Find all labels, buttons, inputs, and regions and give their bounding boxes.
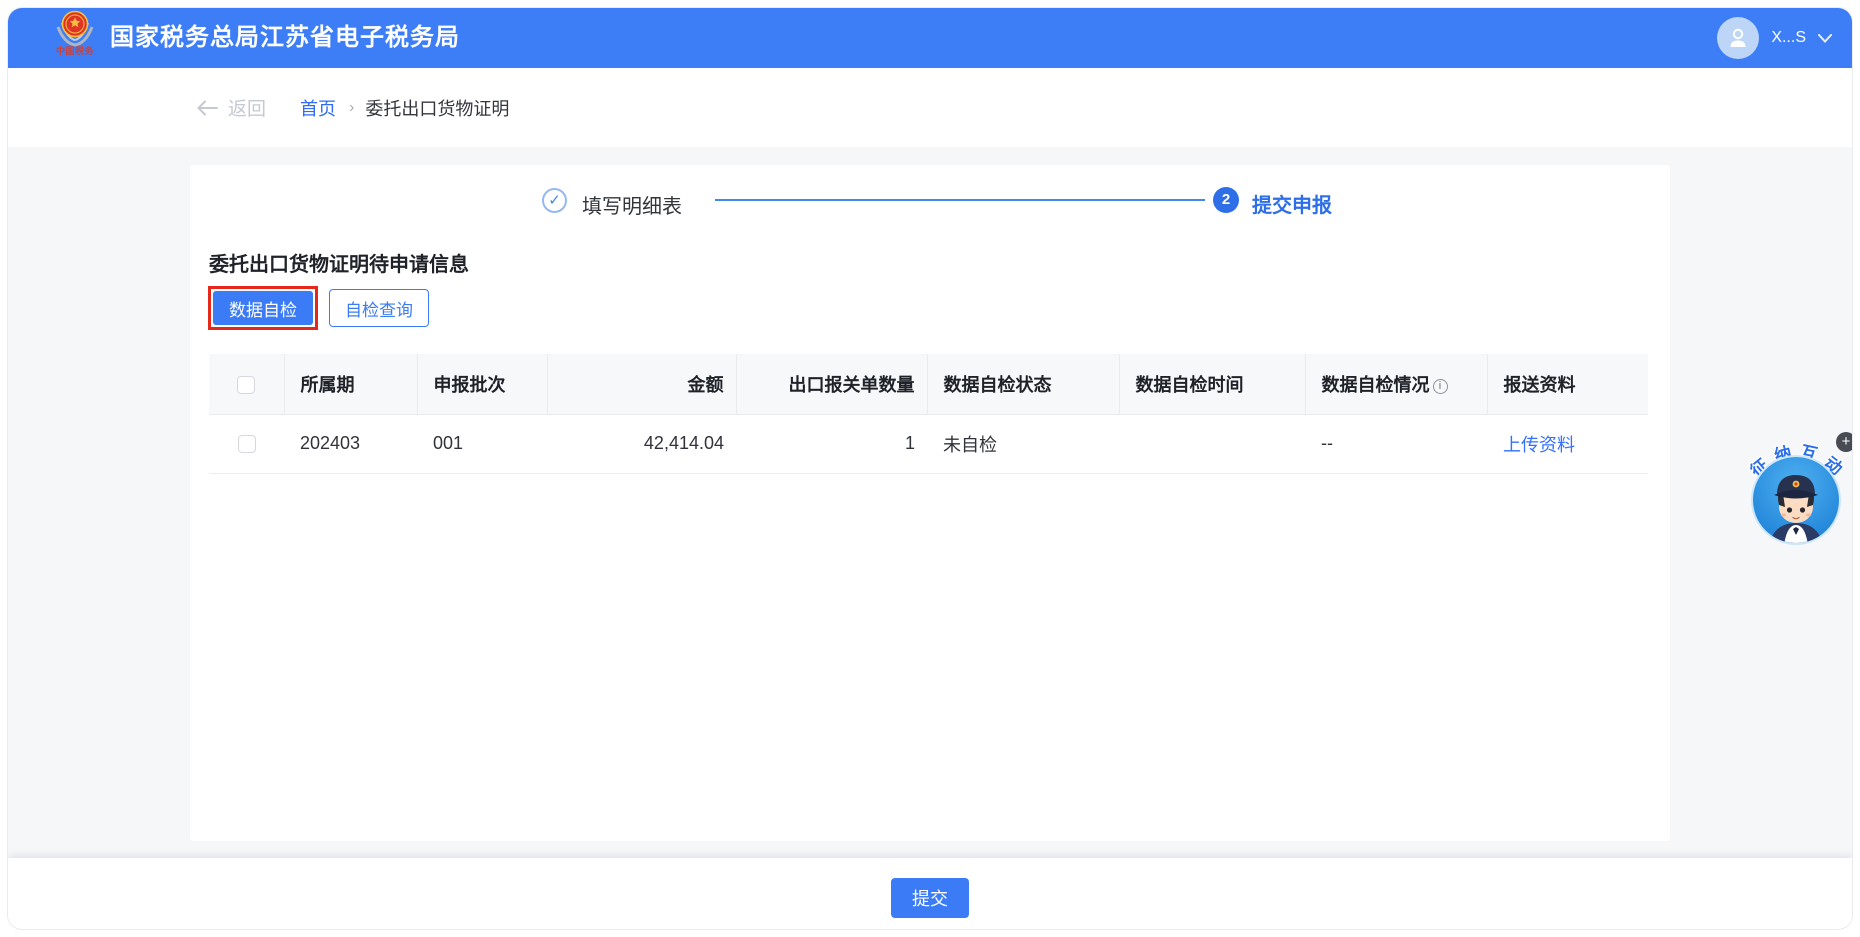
cell-self-check-status: 未自检 [927, 414, 1119, 473]
table-row: 202403 001 42,414.04 1 未自检 -- 上传资料 [209, 414, 1648, 473]
col-header-amount: 金额 [547, 354, 736, 414]
breadcrumb: 返回 首页 › 委托出口货物证明 [8, 68, 1852, 147]
tax-bureau-logo: 中国税务 [52, 10, 98, 57]
user-name: X...S [1771, 29, 1806, 47]
col-header-period: 所属期 [284, 354, 417, 414]
interaction-widget: 征 纳 互 动 + [1746, 428, 1852, 546]
back-button[interactable]: 返回 [228, 94, 266, 121]
select-all-cell [209, 354, 284, 414]
step1-label: 填写明细表 [582, 190, 682, 219]
expand-plus-button[interactable]: + [1836, 432, 1852, 452]
col-header-self-check-detail-label: 数据自检情况 [1322, 375, 1430, 395]
data-self-check-button[interactable]: 数据自检 [213, 291, 313, 325]
section-title: 委托出口货物证明待申请信息 [209, 248, 469, 277]
step2-number-badge: 2 [1213, 187, 1239, 213]
row-checkbox[interactable] [238, 435, 256, 453]
col-header-submit-material: 报送资料 [1487, 354, 1648, 414]
chevron-down-icon[interactable] [1818, 34, 1832, 43]
breadcrumb-separator: › [349, 99, 354, 117]
app-title: 国家税务总局江苏省电子税务局 [110, 8, 460, 68]
table-header-row: 所属期 申报批次 金额 出口报关单数量 数据自检状态 数据自检时间 数据自检情况… [209, 354, 1648, 414]
col-header-batch: 申报批次 [417, 354, 547, 414]
breadcrumb-home-link[interactable]: 首页 [300, 95, 336, 121]
cell-period: 202403 [284, 414, 417, 473]
national-emblem-icon [54, 10, 96, 48]
col-header-self-check-detail: 数据自检情况i [1305, 354, 1487, 414]
submit-button[interactable]: 提交 [891, 878, 969, 918]
col-header-self-check-time: 数据自检时间 [1119, 354, 1305, 414]
self-check-query-button[interactable]: 自检查询 [329, 289, 429, 327]
cell-self-check-detail: -- [1305, 414, 1487, 473]
content-area: ✓ 填写明细表 2 提交申报 委托出口货物证明待申请信息 数据自检 自检查询 [8, 147, 1852, 858]
highlight-box: 数据自检 [208, 286, 318, 330]
app-window: 中国税务 国家税务总局江苏省电子税务局 X...S 返回 首页 › 委托出口货物… [8, 8, 1852, 929]
tax-officer-mascot-icon[interactable] [1751, 455, 1841, 545]
avatar[interactable] [1717, 17, 1759, 59]
cell-amount: 42,414.04 [547, 414, 736, 473]
step-connector-line [715, 199, 1205, 201]
application-table: 所属期 申报批次 金额 出口报关单数量 数据自检状态 数据自检时间 数据自检情况… [209, 354, 1648, 474]
logo-caption: 中国税务 [52, 44, 98, 57]
step2-label: 提交申报 [1252, 189, 1332, 218]
col-header-declaration-count: 出口报关单数量 [736, 354, 927, 414]
app-header: 中国税务 国家税务总局江苏省电子税务局 X...S [8, 8, 1852, 68]
row-select-cell [209, 414, 284, 473]
cell-self-check-time [1119, 414, 1305, 473]
info-icon[interactable]: i [1433, 379, 1448, 394]
cell-declaration-count: 1 [736, 414, 927, 473]
breadcrumb-current: 委托出口货物证明 [365, 95, 509, 121]
main-card: ✓ 填写明细表 2 提交申报 委托出口货物证明待申请信息 数据自检 自检查询 [190, 165, 1670, 841]
select-all-checkbox[interactable] [237, 376, 255, 394]
footer-bar: 提交 [8, 858, 1852, 929]
user-icon [1726, 26, 1750, 50]
col-header-self-check-status: 数据自检状态 [927, 354, 1119, 414]
cell-batch: 001 [417, 414, 547, 473]
cell-upload: 上传资料 [1487, 414, 1648, 473]
user-menu[interactable]: X...S [1717, 8, 1832, 68]
back-arrow-icon[interactable] [196, 100, 218, 116]
upload-link[interactable]: 上传资料 [1503, 435, 1575, 455]
step1-done-icon: ✓ [542, 188, 567, 213]
